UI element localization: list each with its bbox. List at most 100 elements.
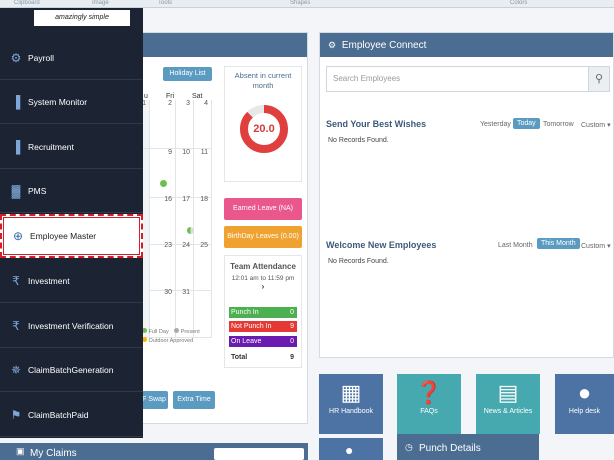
sidebar-item-pms[interactable]: ▓ PMS [0,169,143,213]
my-claims-title: My Claims [30,448,77,459]
calendar-day-cell[interactable]: 3 [176,100,194,149]
calendar-day-cell[interactable]: 25 [194,242,212,291]
sidebar: amazingly simple ⚙ Payroll ▐ System Monitor… [0,8,143,438]
attendance-label: Punch In [231,309,259,316]
calendar-day-cell[interactable]: 11 [194,149,212,198]
calendar-day-cell[interactable]: 2 [150,100,176,149]
sidebar-item-label: Investment [28,275,70,286]
attendance-title: Team Attendance [230,262,296,271]
sidebar-item-label: PMS [28,185,47,196]
wallet-icon: ▣ [16,446,25,456]
custom-label: Custom [581,122,606,129]
sidebar-item-employee-master[interactable]: ⊕ Employee Master [0,214,143,258]
best-wishes-title: Send Your Best Wishes [326,119,427,129]
faqs-tile[interactable]: ❓ FAQs [397,374,461,434]
tab-yesterday[interactable]: Yesterday [480,121,511,128]
attendance-time: 12:01 am to 11:59 pm [231,275,295,282]
book-icon: ▦ [340,380,362,405]
calendar-day-header: Sat [192,93,203,100]
gear-icon: ⚙ [10,50,22,65]
news-articles-tile[interactable]: ▤ News & Articles [476,374,540,434]
person-icon: ● [345,442,354,458]
bar-chart-icon: ▐ [11,94,21,109]
attendance-label: Not Punch In [231,323,272,330]
calendar-day-cell[interactable]: 10 [176,149,194,198]
attendance-label: Total [231,354,248,361]
profile-tile[interactable]: ● [319,438,383,460]
swap-button[interactable]: F Swap [140,391,168,409]
gear-icon: ⚙ [328,40,337,50]
attendance-count: 9 [290,354,294,361]
calendar-day-cell[interactable]: 4 [194,100,212,149]
sidebar-item-claimbatchpaid[interactable]: ⚑ ClaimBatchPaid [0,393,143,437]
ribbon-label: Shapes [290,0,311,6]
calendar-day-cell[interactable]: 17 [176,196,194,245]
ribbon-label: Tools [158,0,173,6]
claims-input[interactable] [214,448,304,460]
document-icon: ▤ [497,380,519,405]
extra-time-button[interactable]: Extra Time [173,391,215,409]
calendar-day-cell[interactable]: 18 [194,196,212,245]
hr-handbook-tile[interactable]: ▦ HR Handbook [319,374,383,434]
ribbon-label: Image [92,0,109,6]
tab-last-month[interactable]: Last Month [498,242,533,249]
sidebar-item-label: ClaimBatchGeneration [28,364,114,375]
no-records-text: No Records Found. [328,137,389,144]
sidebar-item-recruitment[interactable]: ▐ Recruitment [0,125,143,169]
sidebar-item-investment[interactable]: ₹ Investment [0,259,143,303]
birthday-leave-button[interactable]: BirthDay Leaves (0.00) [224,226,302,248]
panel-header [141,33,307,57]
calendar-legend-2: Outdoor Approved [142,337,193,344]
tab-custom-new[interactable]: Custom ▾ [581,242,611,250]
search-employees-input[interactable]: Search Employees [326,66,596,92]
punch-details-title: Punch Details [419,443,481,454]
sidebar-item-label: Recruitment [28,141,74,152]
sidebar-item-claimbatchgeneration[interactable]: ✵ ClaimBatchGeneration [0,348,143,392]
holiday-list-button[interactable]: Holiday List [163,67,212,81]
attendance-row-on-leave[interactable]: On Leave 0 [229,336,297,347]
sidebar-item-label: Employee Master [30,231,97,241]
absent-value: 20.0 [253,123,275,135]
tab-today[interactable]: Today [513,118,540,129]
ribbon-label: Clipboard [14,0,40,6]
attendance-row-not-punch-in[interactable]: Not Punch In 9 [229,321,297,332]
tab-custom[interactable]: Custom ▾ [581,121,611,129]
legend-dot-icon [174,328,180,333]
tab-tomorrow[interactable]: Tomorrow [543,121,574,128]
chevron-down-icon[interactable]: › [225,282,301,291]
earned-leave-button[interactable]: Earned Leave (NA) [224,198,302,220]
calendar-day-cell[interactable]: 16 [150,196,176,245]
sidebar-item-investment-verification[interactable]: ₹ Investment Verification [0,304,143,348]
calendar-day-cell[interactable]: 24 [176,242,194,291]
tile-label: HR Handbook [329,408,373,415]
punch-details-panel: ◷ Punch Details [397,434,539,460]
clock-icon: ◷ [405,442,413,452]
tag-icon: ⚑ [10,407,22,422]
calendar-day-cell[interactable]: 23 [150,242,176,291]
attendance-count: 9 [290,323,294,330]
search-icon[interactable]: ⚲ [588,66,610,92]
custom-label: Custom [581,243,606,250]
sidebar-item-payroll[interactable]: ⚙ Payroll [0,36,143,80]
rupee-icon: ₹ [12,273,20,288]
attendance-count: 0 [290,309,294,316]
legend-label: Full Day [148,329,169,335]
sidebar-item-system-monitor[interactable]: ▐ System Monitor [0,80,143,124]
tab-this-month[interactable]: This Month [537,238,580,249]
my-claims-panel: ▣ My Claims [0,443,308,460]
absent-card: Absent in current month 20.0 [224,66,302,182]
employee-connect-title: Employee Connect [341,40,427,51]
employee-connect-header: ⚙ Employee Connect [320,33,613,57]
ribbon-label: Colors [510,0,528,6]
legend-label: Outdoor Approved [148,338,194,344]
attendance-row-punch-in[interactable]: Punch In 0 [229,307,297,318]
sidebar-item-label: Investment Verification [28,320,114,331]
company-logo: amazingly simple [34,10,130,26]
attendance-count: 0 [290,338,294,345]
calendar-day-header: u [144,93,148,100]
help-desk-tile[interactable]: ● Help desk [555,374,614,434]
bar-chart-icon: ▐ [11,139,21,154]
calendar-day-cell[interactable]: 9 [150,149,176,198]
tile-label: News & Articles [483,408,533,415]
full-day-dot-icon [160,180,167,187]
